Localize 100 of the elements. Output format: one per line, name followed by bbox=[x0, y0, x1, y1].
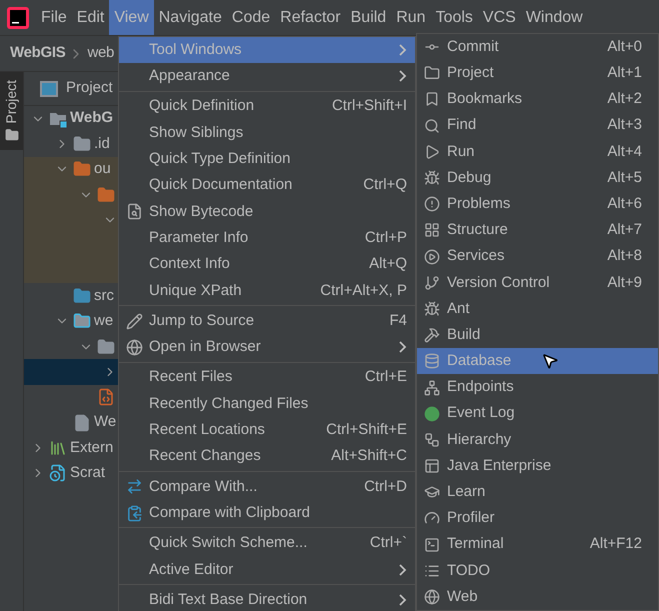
menu-item[interactable]: Context Info Alt+Q bbox=[119, 251, 415, 278]
menu-item[interactable]: Compare with Clipboard bbox=[119, 500, 415, 526]
menu-item[interactable]: Hierarchy bbox=[417, 426, 658, 453]
menu-item[interactable]: Parameter Info Ctrl+P bbox=[119, 225, 415, 252]
shortcut-label: Alt+Q bbox=[368, 254, 407, 274]
menu-bar-item[interactable]: Refactor bbox=[275, 0, 346, 35]
mouse-pointer-icon bbox=[541, 352, 559, 370]
menu-item[interactable]: Build bbox=[417, 322, 658, 348]
menu-item[interactable]: Appearance bbox=[119, 63, 415, 90]
terminal-icon bbox=[424, 536, 440, 553]
tree-label: WebG bbox=[70, 108, 114, 128]
tree-row[interactable]: .id bbox=[24, 131, 118, 157]
folder-icon bbox=[4, 128, 18, 142]
menu-item[interactable]: Active Editor bbox=[119, 556, 415, 583]
services-icon bbox=[424, 248, 440, 265]
menu-item[interactable]: Show Bytecode bbox=[119, 198, 415, 226]
menu-item[interactable]: Problems Alt+6 bbox=[417, 191, 658, 218]
branch-icon bbox=[424, 274, 440, 291]
tree-row[interactable]: src bbox=[24, 283, 118, 309]
menu-item[interactable]: Show Siblings bbox=[119, 120, 415, 146]
play-icon bbox=[424, 144, 440, 160]
menu-item[interactable]: Quick Definition Ctrl+Shift+I bbox=[119, 94, 415, 120]
menu-item[interactable]: Recent Locations Ctrl+Shift+E bbox=[119, 417, 415, 444]
tree-row[interactable]: we bbox=[24, 308, 118, 334]
menu-item[interactable]: Terminal Alt+F12 bbox=[417, 532, 658, 558]
bug-icon bbox=[424, 170, 440, 186]
menu-item[interactable]: Quick Switch Scheme... Ctrl+` bbox=[119, 530, 415, 557]
shortcut-label: Ctrl+D bbox=[363, 476, 407, 497]
menu-item[interactable]: Web bbox=[417, 584, 658, 610]
structure-icon bbox=[424, 222, 440, 238]
menu-bar-item[interactable]: Tools bbox=[430, 0, 478, 35]
folder-icon bbox=[97, 186, 115, 204]
menu-bar-item[interactable]: Window bbox=[520, 0, 588, 35]
menu-item[interactable]: Compare With... Ctrl+D bbox=[119, 474, 415, 500]
tree-label: .id bbox=[94, 134, 110, 154]
menu-item[interactable]: Run Alt+4 bbox=[417, 138, 658, 165]
tree-row[interactable]: Scrat bbox=[24, 460, 118, 486]
menu-item[interactable]: Project Alt+1 bbox=[417, 60, 658, 86]
project-side-tab[interactable]: Project bbox=[0, 72, 23, 150]
circle-icon bbox=[424, 406, 440, 422]
menu-item[interactable]: Endpoints bbox=[417, 374, 658, 401]
tree-row[interactable]: Extern bbox=[24, 435, 118, 461]
menu-item[interactable]: Version Control Alt+9 bbox=[417, 270, 658, 296]
shortcut-label: Ctrl+Q bbox=[362, 175, 407, 196]
menu-item[interactable]: Recent Files Ctrl+E bbox=[119, 364, 415, 391]
menu-item[interactable]: Recent Changes Alt+Shift+C bbox=[119, 443, 415, 470]
menu-item[interactable]: Bookmarks Alt+2 bbox=[417, 86, 658, 113]
menu-item[interactable]: Event Log bbox=[417, 400, 658, 427]
globe-icon bbox=[424, 589, 440, 606]
tree-label: src bbox=[94, 286, 114, 306]
menu-item[interactable]: Quick Documentation Ctrl+Q bbox=[119, 172, 415, 199]
menu-item[interactable]: Learn bbox=[417, 479, 658, 506]
menu-item[interactable]: Profiler bbox=[417, 505, 658, 532]
menu-item[interactable]: Find Alt+3 bbox=[417, 112, 658, 139]
shortcut-label: Ctrl+Shift+E bbox=[325, 420, 407, 440]
menu-item[interactable]: Ant bbox=[417, 296, 658, 322]
shortcut-label: Alt+F12 bbox=[590, 534, 642, 554]
clipboard-compare-icon bbox=[126, 504, 142, 522]
breadcrumb-item[interactable]: web bbox=[87, 42, 114, 65]
menu-bar-item[interactable]: Build bbox=[346, 0, 392, 35]
folder-icon bbox=[73, 134, 91, 153]
tree-row[interactable]: We bbox=[24, 410, 118, 436]
folder-icon bbox=[97, 338, 115, 356]
bug-icon bbox=[424, 300, 440, 317]
alert-icon bbox=[424, 196, 440, 212]
shortcut-label: Alt+2 bbox=[607, 89, 642, 110]
shortcut-label: Alt+6 bbox=[607, 194, 642, 214]
menu-bar-item[interactable]: File bbox=[36, 0, 72, 35]
menu-item[interactable]: Quick Type Definition bbox=[119, 146, 415, 172]
menu-item[interactable]: Open in Browser bbox=[119, 334, 415, 361]
menu-item[interactable]: TODO bbox=[417, 558, 658, 584]
tree-label: We bbox=[94, 412, 116, 432]
app-logo-icon bbox=[7, 6, 29, 28]
shortcut-label: Alt+4 bbox=[607, 142, 642, 162]
web-folder-icon bbox=[73, 312, 91, 330]
tree-row[interactable]: WebG bbox=[24, 106, 118, 132]
compare-arrows-icon bbox=[126, 478, 142, 496]
menu-bar-item[interactable]: Code bbox=[226, 0, 276, 35]
pencil-icon bbox=[126, 312, 142, 330]
shortcut-label: Alt+Shift+C bbox=[330, 446, 407, 466]
menu-bar-item[interactable]: VCS bbox=[478, 0, 521, 35]
shortcut-label: Alt+3 bbox=[607, 115, 642, 136]
menu-item[interactable]: Structure Alt+7 bbox=[417, 217, 658, 244]
breadcrumb-item[interactable]: WebGIS bbox=[10, 42, 66, 65]
menu-bar-item[interactable]: Edit bbox=[72, 0, 110, 35]
menu-item[interactable]: Bidi Text Base Direction bbox=[119, 586, 415, 611]
database-icon bbox=[424, 353, 440, 370]
menu-item[interactable]: Commit Alt+0 bbox=[417, 34, 658, 60]
menu-bar-item[interactable]: Run bbox=[391, 0, 431, 35]
menu-item[interactable]: Recently Changed Files bbox=[119, 390, 415, 418]
menu-item[interactable]: Services Alt+8 bbox=[417, 244, 658, 270]
menu-item[interactable]: Jump to Source F4 bbox=[119, 308, 415, 334]
tree-label: ou bbox=[94, 158, 111, 179]
menu-item[interactable]: Java Enterprise bbox=[417, 453, 658, 480]
menu-item[interactable]: Unique XPath Ctrl+Alt+X, P bbox=[119, 278, 415, 304]
shortcut-label: Alt+0 bbox=[607, 36, 642, 57]
globe-icon bbox=[126, 338, 142, 356]
hammer-icon bbox=[424, 327, 440, 344]
menu-bar-item[interactable]: Navigate bbox=[154, 0, 227, 35]
menu-item[interactable]: Debug Alt+5 bbox=[417, 164, 658, 192]
